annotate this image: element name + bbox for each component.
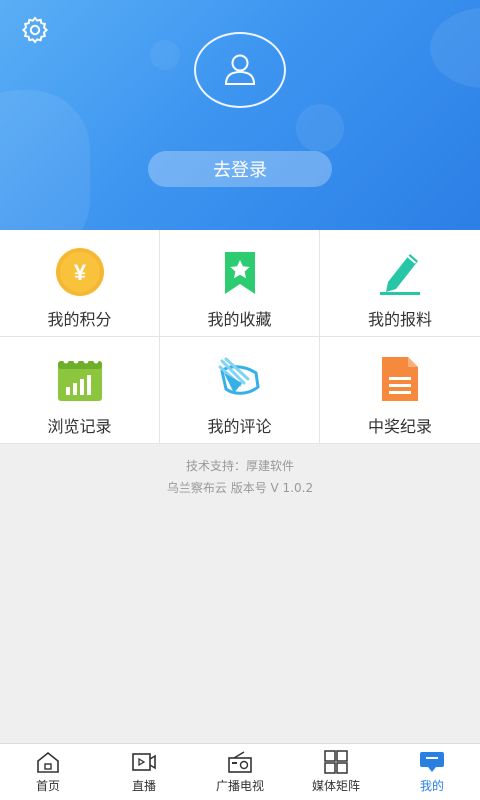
menu-item-prizes[interactable]: 中奖纪录: [320, 337, 480, 444]
tab-live[interactable]: 直播: [96, 744, 192, 800]
menu-item-label: 我的积分: [47, 310, 112, 329]
radio-icon: [227, 750, 253, 774]
support-text: 技术支持：厚建软件: [185, 459, 294, 473]
tab-mine[interactable]: 我的: [384, 744, 480, 800]
avatar[interactable]: [194, 32, 286, 108]
settings-gear-icon[interactable]: [20, 15, 50, 45]
menu-item-history[interactable]: 浏览记录: [0, 337, 160, 444]
tab-label: 媒体矩阵: [311, 779, 360, 793]
svg-text:¥: ¥: [73, 260, 86, 285]
tab-label: 直播: [131, 779, 156, 793]
tab-label: 首页: [35, 779, 60, 793]
menu-item-label: 中奖纪录: [367, 417, 432, 436]
home-icon: [35, 750, 61, 774]
decor-bubble: [430, 8, 480, 88]
tab-label: 我的: [419, 779, 444, 793]
decor-bubble: [0, 90, 90, 230]
decor-bubble: [296, 104, 344, 152]
menu-item-comments[interactable]: 我的评论: [160, 337, 320, 444]
bookmark-star-icon: [214, 246, 266, 298]
tab-broadcast[interactable]: 广播电视: [192, 744, 288, 800]
menu-item-label: 浏览记录: [47, 417, 112, 436]
login-button[interactable]: 去登录: [148, 151, 332, 187]
decor-bubble: [150, 40, 180, 70]
document-icon: [374, 353, 426, 405]
version-text: 乌兰察布云 版本号 V 1.0.2: [166, 481, 314, 495]
menu-item-label: 我的收藏: [207, 310, 272, 329]
comment-icon: [214, 353, 266, 405]
profile-icon: [419, 750, 445, 774]
bottom-tab-bar: 首页 直播 广播电视 媒体矩阵 我的: [0, 743, 480, 800]
user-icon: [224, 54, 256, 85]
pencil-icon: [374, 246, 426, 298]
menu-item-report[interactable]: 我的报料: [320, 230, 480, 337]
grid-icon: [323, 750, 349, 774]
bar-chart-calendar-icon: [54, 353, 106, 405]
menu-item-label: 我的报料: [367, 310, 432, 329]
menu-grid: ¥ 我的积分 我的收藏 我的报料 浏览记录 我的评论 中奖纪录: [0, 230, 480, 444]
menu-item-favorites[interactable]: 我的收藏: [160, 230, 320, 337]
menu-item-points[interactable]: ¥ 我的积分: [0, 230, 160, 337]
app-info: 技术支持：厚建软件 乌兰察布云 版本号 V 1.0.2: [0, 455, 480, 499]
menu-item-label: 我的评论: [207, 417, 272, 436]
profile-header: 去登录: [0, 0, 480, 230]
tab-media-matrix[interactable]: 媒体矩阵: [288, 744, 384, 800]
tab-label: 广播电视: [215, 779, 264, 793]
yen-coin-icon: ¥: [54, 246, 106, 298]
video-camera-icon: [131, 750, 157, 774]
tab-home[interactable]: 首页: [0, 744, 96, 800]
